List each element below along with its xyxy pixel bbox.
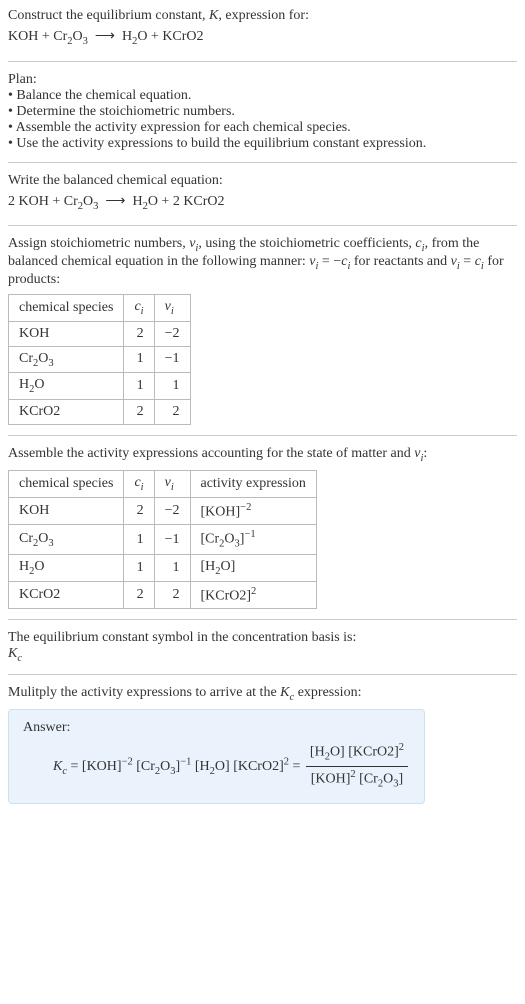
cell-vi: 1	[154, 554, 190, 581]
cell-expr: [KCrO2]2	[190, 581, 316, 609]
plan-item-text: Assemble the activity expression for eac…	[16, 120, 351, 135]
plan-item-text: Balance the chemical equation.	[16, 88, 191, 103]
cell-vi: −2	[154, 497, 190, 525]
plan-item-text: Determine the stoichiometric numbers.	[16, 104, 235, 119]
answer-fraction: [H2O] [KCrO2]2 [KOH]2 [Cr2O3]	[306, 740, 408, 794]
cell-expr: [H2O]	[190, 554, 316, 581]
table-row: KOH 2 −2	[9, 321, 191, 346]
col-species: chemical species	[9, 294, 124, 321]
multiply-block: Mulitply the activity expressions to arr…	[8, 685, 517, 804]
divider	[8, 674, 517, 675]
cell-vi: 2	[154, 581, 190, 609]
col-ci: ci	[124, 470, 154, 497]
cell-vi: −2	[154, 321, 190, 346]
cell-ci: 2	[124, 321, 154, 346]
col-vi: νi	[154, 294, 190, 321]
cell-species: H2O	[9, 554, 124, 581]
col-ci: ci	[124, 294, 154, 321]
answer-box: Answer: Kc = [KOH]−2 [Cr2O3]−1 [H2O] [KC…	[8, 709, 425, 805]
prompt-line1: Construct the equilibrium constant, K, e…	[8, 8, 517, 24]
divider	[8, 162, 517, 163]
table-row: KCrO2 2 2	[9, 400, 191, 425]
plan-item: • Determine the stoichiometric numbers.	[8, 104, 517, 120]
cell-expr: [Cr2O3]−1	[190, 525, 316, 554]
cell-species: H2O	[9, 373, 124, 400]
divider	[8, 435, 517, 436]
table-row: H2O 1 1 [H2O]	[9, 554, 317, 581]
cell-expr: [KOH]−2	[190, 497, 316, 525]
table-row: H2O 1 1	[9, 373, 191, 400]
plan-item: • Balance the chemical equation.	[8, 88, 517, 104]
cell-vi: 1	[154, 373, 190, 400]
symbol-text: The equilibrium constant symbol in the c…	[8, 630, 517, 646]
cell-vi: 2	[154, 400, 190, 425]
table-row: KOH 2 −2 [KOH]−2	[9, 497, 317, 525]
col-vi: νi	[154, 470, 190, 497]
cell-ci: 1	[124, 346, 154, 373]
divider	[8, 619, 517, 620]
cell-species: Cr2O3	[9, 346, 124, 373]
balanced-heading: Write the balanced chemical equation:	[8, 173, 517, 189]
prompt-block: Construct the equilibrium constant, K, e…	[8, 8, 517, 51]
cell-ci: 1	[124, 525, 154, 554]
stoich-text: Assign stoichiometric numbers, νi, using…	[8, 236, 517, 288]
plan-block: Plan: • Balance the chemical equation. •…	[8, 72, 517, 152]
divider	[8, 61, 517, 62]
plan-item: • Assemble the activity expression for e…	[8, 120, 517, 136]
activity-text: Assemble the activity expressions accoun…	[8, 446, 517, 464]
activity-block: Assemble the activity expressions accoun…	[8, 446, 517, 609]
cell-vi: −1	[154, 346, 190, 373]
table-header-row: chemical species ci νi activity expressi…	[9, 470, 317, 497]
balanced-reaction: 2 KOH + Cr2O3 ⟶ H2O + 2 KCrO2	[8, 189, 517, 216]
fraction-denominator: [KOH]2 [Cr2O3]	[306, 767, 408, 793]
divider	[8, 225, 517, 226]
table-header-row: chemical species ci νi	[9, 294, 191, 321]
cell-vi: −1	[154, 525, 190, 554]
table-row: KCrO2 2 2 [KCrO2]2	[9, 581, 317, 609]
symbol-value: Kc	[8, 646, 517, 664]
symbol-block: The equilibrium constant symbol in the c…	[8, 630, 517, 664]
fraction-numerator: [H2O] [KCrO2]2	[306, 740, 408, 767]
multiply-text: Mulitply the activity expressions to arr…	[8, 685, 517, 703]
cell-species: KCrO2	[9, 581, 124, 609]
cell-species: KCrO2	[9, 400, 124, 425]
stoich-block: Assign stoichiometric numbers, νi, using…	[8, 236, 517, 425]
cell-ci: 2	[124, 497, 154, 525]
stoich-table: chemical species ci νi KOH 2 −2 Cr2O3 1 …	[8, 294, 191, 425]
balanced-block: Write the balanced chemical equation: 2 …	[8, 173, 517, 216]
answer-label: Answer:	[23, 720, 410, 736]
cell-ci: 2	[124, 581, 154, 609]
cell-ci: 1	[124, 373, 154, 400]
table-row: Cr2O3 1 −1	[9, 346, 191, 373]
cell-species: KOH	[9, 497, 124, 525]
col-expr: activity expression	[190, 470, 316, 497]
table-row: Cr2O3 1 −1 [Cr2O3]−1	[9, 525, 317, 554]
col-species: chemical species	[9, 470, 124, 497]
unbalanced-reaction: KOH + Cr2O3 ⟶ H2O + KCrO2	[8, 24, 517, 51]
cell-species: KOH	[9, 321, 124, 346]
plan-item-text: Use the activity expressions to build th…	[16, 136, 426, 151]
plan-item: • Use the activity expressions to build …	[8, 136, 517, 152]
cell-ci: 1	[124, 554, 154, 581]
cell-species: Cr2O3	[9, 525, 124, 554]
answer-expression: Kc = [KOH]−2 [Cr2O3]−1 [H2O] [KCrO2]2 = …	[23, 740, 410, 794]
cell-ci: 2	[124, 400, 154, 425]
plan-heading: Plan:	[8, 72, 517, 88]
activity-table: chemical species ci νi activity expressi…	[8, 470, 317, 609]
